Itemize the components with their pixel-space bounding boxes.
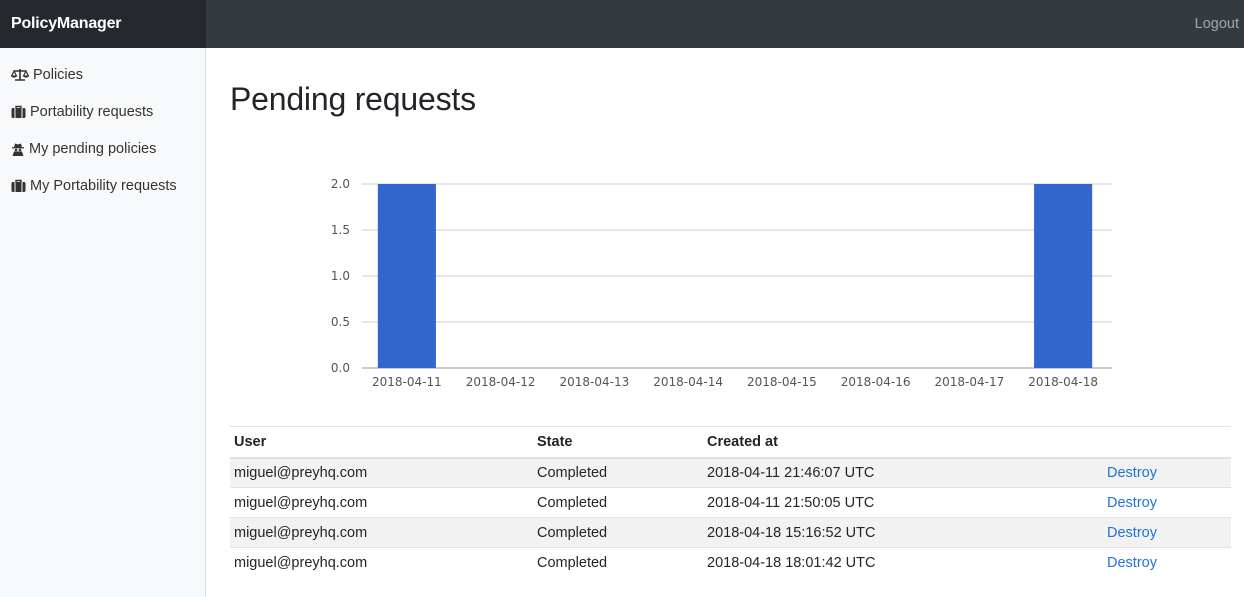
x-tick-label: 2018-04-17 (935, 375, 1005, 389)
table-header-row: User State Created at (230, 426, 1231, 459)
user-secret-icon (12, 143, 24, 156)
main-content: Pending requests 0.0 0.5 1.0 1.5 2.0 2018-04-… (206, 48, 1244, 597)
x-tick-label: 2018-04-18 (1028, 375, 1098, 389)
cell-created-at: 2018-04-11 21:46:07 UTC (703, 457, 1103, 488)
y-tick-label: 0.0 (331, 361, 350, 375)
sidebar-item-my-portability-requests[interactable]: My Portability requests (11, 176, 177, 196)
destroy-link[interactable]: Destroy (1107, 525, 1157, 541)
balance-scale-icon (11, 69, 29, 81)
briefcase-icon (11, 179, 26, 192)
page-title: Pending requests (230, 81, 476, 117)
cell-state: Completed (533, 487, 703, 518)
cell-user: miguel@preyhq.com (230, 487, 533, 518)
column-header-actions (1103, 426, 1231, 459)
sidebar: Policies Portability requests My pending… (0, 48, 206, 597)
x-tick-label: 2018-04-16 (841, 375, 911, 389)
cell-actions: Destroy (1103, 547, 1231, 578)
sidebar-item-policies[interactable]: Policies (11, 65, 83, 85)
brand-logo[interactable]: PolicyManager (0, 0, 206, 48)
logout-link[interactable]: Logout (1195, 0, 1239, 48)
y-tick-label: 1.5 (331, 223, 350, 237)
y-tick-label: 0.5 (331, 315, 350, 329)
x-tick-label: 2018-04-12 (466, 375, 536, 389)
destroy-link[interactable]: Destroy (1107, 465, 1157, 481)
briefcase-icon (11, 105, 26, 118)
sidebar-item-portability-requests[interactable]: Portability requests (11, 102, 153, 122)
cell-created-at: 2018-04-11 21:50:05 UTC (703, 487, 1103, 518)
x-tick-label: 2018-04-11 (372, 375, 442, 389)
cell-user: miguel@preyhq.com (230, 457, 533, 488)
y-tick-label: 1.0 (331, 269, 350, 283)
cell-actions: Destroy (1103, 457, 1231, 488)
sidebar-item-label: Policies (33, 67, 83, 83)
x-tick-label: 2018-04-13 (560, 375, 630, 389)
requests-table: User State Created at miguel@preyhq.com … (230, 426, 1231, 578)
cell-created-at: 2018-04-18 18:01:42 UTC (703, 547, 1103, 578)
sidebar-item-label: Portability requests (30, 104, 154, 120)
x-tick-label: 2018-04-15 (747, 375, 817, 389)
sidebar-item-label: My pending policies (29, 141, 157, 157)
column-header-state: State (533, 426, 703, 459)
top-navbar: PolicyManager Logout (0, 0, 1244, 48)
sidebar-item-my-pending-policies[interactable]: My pending policies (11, 139, 156, 159)
bar[interactable] (1034, 184, 1093, 368)
column-header-user: User (230, 426, 533, 459)
cell-state: Completed (533, 547, 703, 578)
cell-user: miguel@preyhq.com (230, 517, 533, 548)
table-row: miguel@preyhq.com Completed 2018-04-18 1… (230, 517, 1231, 548)
table-row: miguel@preyhq.com Completed 2018-04-11 2… (230, 457, 1231, 488)
table-row: miguel@preyhq.com Completed 2018-04-11 2… (230, 487, 1231, 518)
cell-actions: Destroy (1103, 487, 1231, 518)
cell-user: miguel@preyhq.com (230, 547, 533, 578)
destroy-link[interactable]: Destroy (1107, 555, 1157, 571)
cell-actions: Destroy (1103, 517, 1231, 548)
column-header-created-at: Created at (703, 426, 1103, 459)
sidebar-item-label: My Portability requests (30, 178, 177, 194)
cell-state: Completed (533, 517, 703, 548)
x-tick-label: 2018-04-14 (653, 375, 723, 389)
y-tick-label: 2.0 (331, 177, 350, 191)
pending-requests-chart: 0.0 0.5 1.0 1.5 2.0 2018-04-11 2018-04-12 2018-… (331, 177, 1112, 389)
cell-created-at: 2018-04-18 15:16:52 UTC (703, 517, 1103, 548)
destroy-link[interactable]: Destroy (1107, 495, 1157, 511)
table-row: miguel@preyhq.com Completed 2018-04-18 1… (230, 547, 1231, 578)
cell-state: Completed (533, 457, 703, 488)
bar[interactable] (377, 184, 436, 368)
